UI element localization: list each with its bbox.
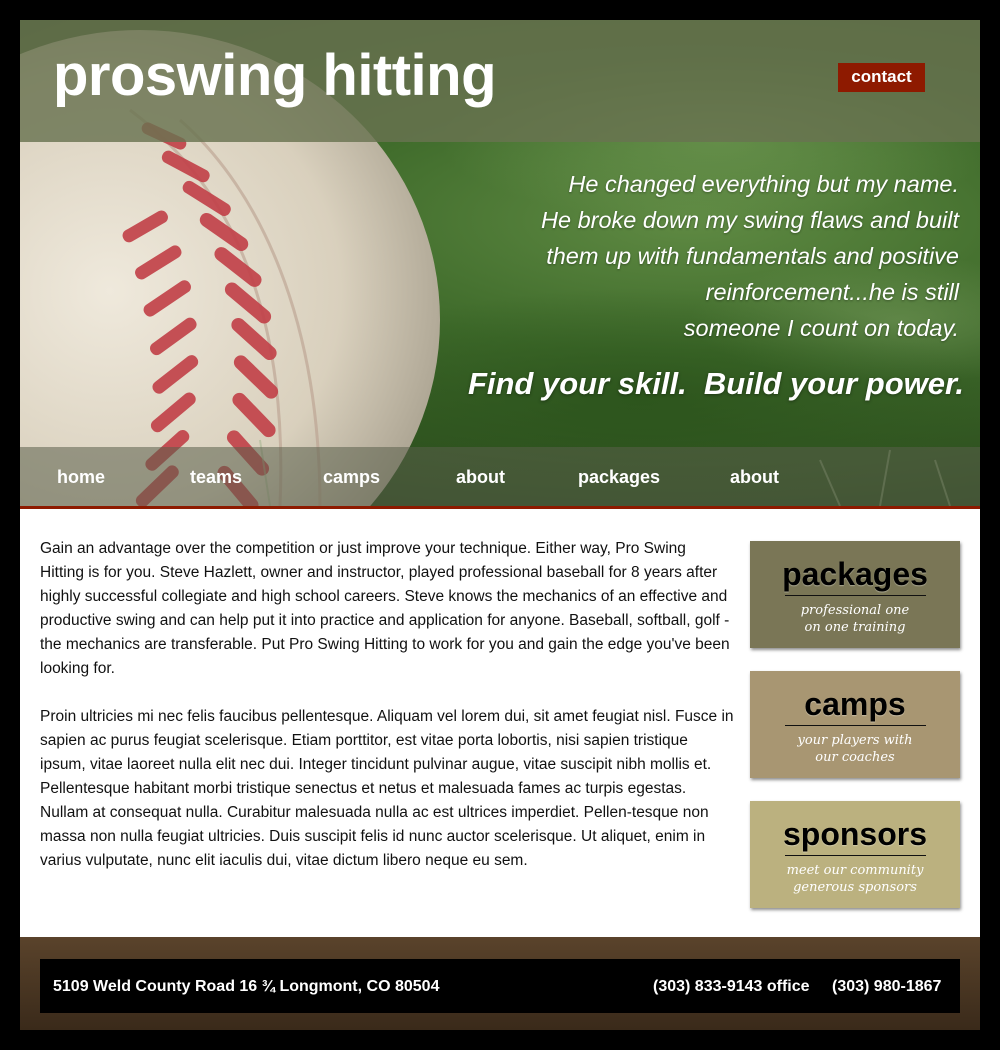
nav-home[interactable]: home <box>57 467 105 488</box>
body-paragraph: Proin ultricies mi nec felis faucibus pe… <box>40 708 734 869</box>
quote-line: someone I count on today. <box>683 315 959 341</box>
nav-divider <box>20 506 980 509</box>
promo-title: packages <box>782 556 928 592</box>
nav-camps[interactable]: camps <box>323 467 380 488</box>
footer: 5109 Weld County Road 16 ¾ Longmont, CO … <box>20 937 980 1030</box>
promo-subtitle-line: your players with <box>797 733 913 748</box>
promo-subtitle-line: meet our community <box>786 863 924 878</box>
promo-subtitle-line: generous sponsors <box>793 880 917 895</box>
testimonial-quote: He changed everything but my name. He br… <box>489 166 959 346</box>
main-nav: home teams camps about packages about <box>20 447 980 506</box>
nav-teams[interactable]: teams <box>190 467 242 488</box>
quote-line: reinforcement...he is still <box>705 279 959 305</box>
promo-subtitle: meet our community generous sponsors <box>750 862 960 896</box>
quote-line: them up with fundamentals and positive <box>546 243 959 269</box>
promo-subtitle-line: on one training <box>804 620 906 635</box>
tagline: Find your skill. Build your power. <box>467 366 964 401</box>
promo-divider <box>784 595 926 596</box>
footer-address: 5109 Weld County Road 16 ¾ Longmont, CO … <box>53 978 440 995</box>
sponsors-promo[interactable]: sponsors meet our community generous spo… <box>750 801 960 908</box>
promo-divider <box>784 855 926 856</box>
promo-subtitle: professional one on one training <box>750 602 960 636</box>
nav-packages[interactable]: packages <box>578 467 660 488</box>
packages-promo[interactable]: packages professional one on one trainin… <box>750 541 960 648</box>
promo-subtitle-line: professional one <box>800 603 910 618</box>
page: proswing hitting contact He changed ever… <box>20 20 980 1030</box>
promo-title: sponsors <box>782 816 928 852</box>
quote-line: He broke down my swing flaws and built <box>541 207 959 233</box>
hero-banner: proswing hitting contact He changed ever… <box>20 20 980 506</box>
main-content: Gain an advantage over the competition o… <box>40 537 734 897</box>
site-logo[interactable]: proswing hitting <box>53 42 497 109</box>
footer-phone-office[interactable]: (303) 833-9143 office <box>653 978 810 996</box>
contact-button[interactable]: contact <box>838 63 925 92</box>
promo-subtitle: your players with our coaches <box>750 732 960 766</box>
promo-divider <box>784 725 926 726</box>
footer-bar: 5109 Weld County Road 16 ¾ Longmont, CO … <box>40 959 960 1013</box>
footer-phone-2[interactable]: (303) 980-1867 <box>832 978 941 996</box>
nav-about-2[interactable]: about <box>730 467 779 488</box>
quote-line: He changed everything but my name. <box>568 171 959 197</box>
nav-about[interactable]: about <box>456 467 505 488</box>
camps-promo[interactable]: camps your players with our coaches <box>750 671 960 778</box>
promo-title: camps <box>804 686 906 722</box>
promo-subtitle-line: our coaches <box>815 750 895 765</box>
intro-paragraph: Gain an advantage over the competition o… <box>40 540 730 677</box>
